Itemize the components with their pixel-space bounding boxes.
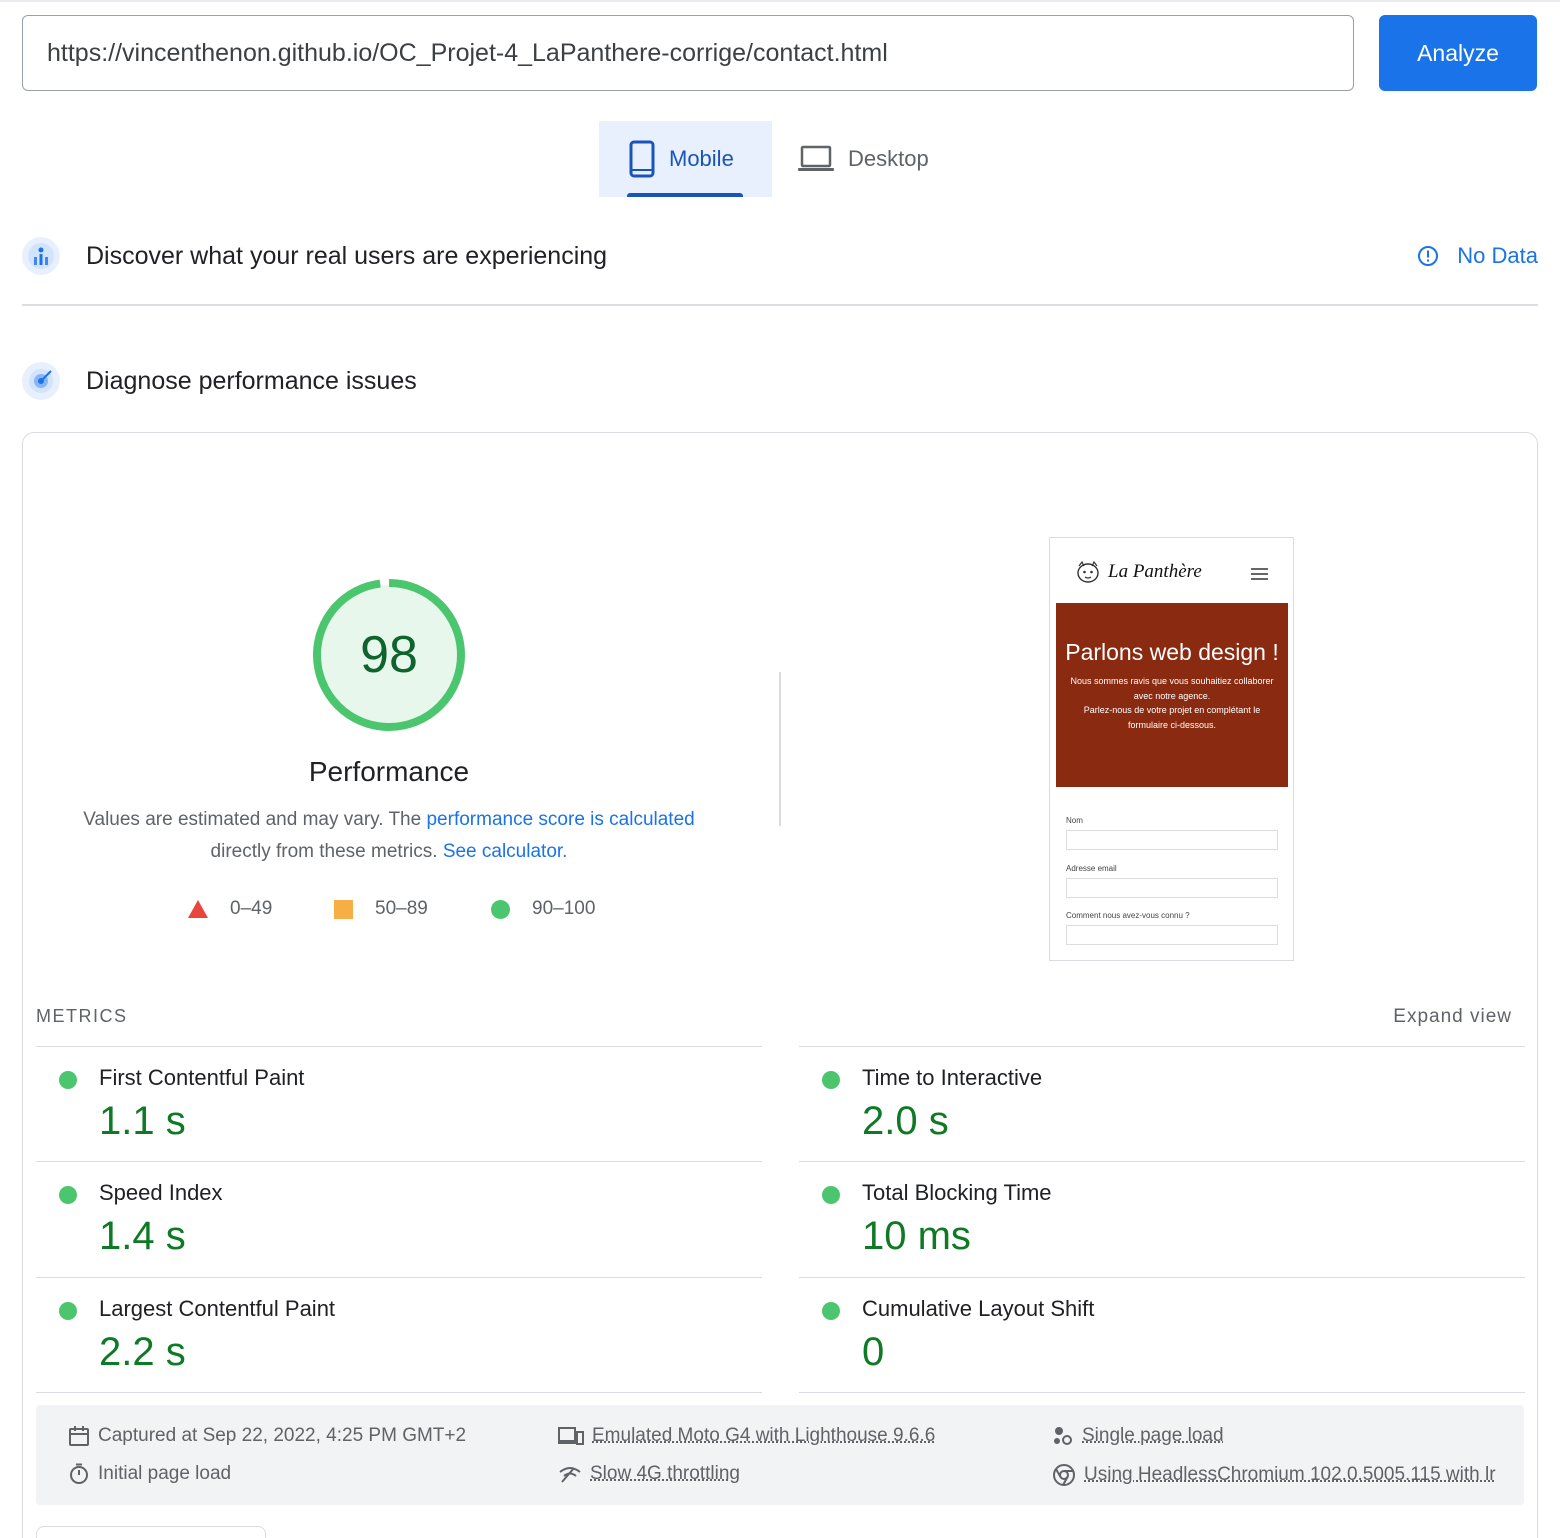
- analyze-button[interactable]: Analyze: [1379, 15, 1537, 91]
- performance-score: 98: [360, 626, 418, 684]
- next-section-tab: [36, 1526, 266, 1538]
- vertical-divider: [779, 672, 781, 826]
- session-icon: [1054, 1427, 1072, 1445]
- triangle-icon: [188, 900, 208, 918]
- no-data-link[interactable]: No Data: [1417, 243, 1538, 269]
- metrics-heading: METRICS: [36, 1006, 128, 1026]
- network-throttling[interactable]: Slow 4G throttling: [558, 1463, 740, 1485]
- legend-good: 90–100: [491, 898, 595, 920]
- circle-icon: [491, 899, 510, 919]
- diagnose-title: Diagnose performance issues: [86, 366, 417, 395]
- target-icon: [22, 362, 60, 400]
- metrics-divider: [799, 1392, 1525, 1393]
- tab-mobile[interactable]: Mobile: [599, 121, 772, 197]
- good-circle-icon: [822, 1186, 840, 1204]
- top-divider: [0, 0, 1560, 2]
- good-circle-icon: [822, 1071, 840, 1089]
- emulated-device[interactable]: Emulated Moto G4 with Lighthouse 9.6.6: [558, 1425, 935, 1447]
- captured-at: Captured at Sep 22, 2022, 4:25 PM GMT+2: [68, 1425, 466, 1447]
- legend-average: 50–89: [334, 898, 428, 920]
- field-data-header: Discover what your real users are experi…: [22, 237, 1538, 275]
- metric-tti: Time to Interactive 2.0 s: [799, 1046, 1525, 1161]
- form-field: [1066, 925, 1278, 945]
- run-info-panel: Captured at Sep 22, 2022, 4:25 PM GMT+2 …: [36, 1405, 1524, 1505]
- field-data-title: Discover what your real users are experi…: [86, 241, 608, 270]
- metric-cls: Cumulative Layout Shift 0: [799, 1277, 1525, 1392]
- see-calculator-link[interactable]: See calculator.: [443, 841, 568, 862]
- panther-logo: La Panthère: [1074, 560, 1202, 584]
- smartphone-icon: [629, 140, 655, 178]
- form-field: [1066, 830, 1278, 850]
- legend-poor: 0–49: [188, 898, 272, 920]
- info-icon: [1418, 246, 1439, 266]
- chrome-icon: [1053, 1464, 1075, 1486]
- performance-title: Performance: [308, 756, 470, 787]
- users-chart-icon: [22, 237, 60, 275]
- good-circle-icon: [59, 1071, 77, 1089]
- square-icon: [334, 899, 353, 919]
- good-circle-icon: [822, 1302, 840, 1320]
- section-divider: [22, 304, 1538, 306]
- calendar-icon: [69, 1426, 89, 1446]
- no-data-label: No Data: [1457, 243, 1538, 268]
- metric-fcp: First Contentful Paint 1.1 s: [36, 1046, 762, 1161]
- timer-icon: [70, 1463, 88, 1484]
- diagnose-header: Diagnose performance issues: [22, 362, 1538, 400]
- hero-banner: Parlons web design ! Nous sommes ravis q…: [1056, 603, 1288, 787]
- tab-desktop-label: Desktop: [848, 146, 929, 171]
- browser-version[interactable]: Using HeadlessChromium 102.0.5005.115 wi…: [1052, 1463, 1496, 1487]
- good-circle-icon: [59, 1186, 77, 1204]
- url-input[interactable]: https://vincenthenon.github.io/OC_Projet…: [22, 15, 1354, 91]
- form-field: [1066, 878, 1278, 898]
- tab-desktop[interactable]: Desktop: [790, 121, 960, 197]
- score-calculated-link[interactable]: performance score is calculated: [426, 809, 694, 830]
- metric-lcp: Largest Contentful Paint 2.2 s: [36, 1277, 762, 1392]
- panther-icon: [1077, 560, 1099, 583]
- page-screenshot: La Panthère Parlons web design ! Nous so…: [1049, 537, 1294, 961]
- initial-page-load: Initial page load: [68, 1463, 231, 1485]
- devices-icon: [558, 1427, 584, 1445]
- single-page-load[interactable]: Single page load: [1052, 1425, 1224, 1447]
- expand-view-button[interactable]: Expand view: [1393, 1006, 1512, 1028]
- performance-description: Values are estimated and may vary. The p…: [83, 809, 695, 862]
- metric-si: Speed Index 1.4 s: [36, 1161, 762, 1276]
- laptop-icon: [798, 145, 834, 171]
- metrics-divider: [36, 1392, 762, 1393]
- tab-mobile-label: Mobile: [669, 146, 734, 171]
- metric-tbt: Total Blocking Time 10 ms: [799, 1161, 1525, 1276]
- hamburger-icon: [1251, 568, 1268, 583]
- signal-icon: [559, 1467, 581, 1483]
- good-circle-icon: [59, 1302, 77, 1320]
